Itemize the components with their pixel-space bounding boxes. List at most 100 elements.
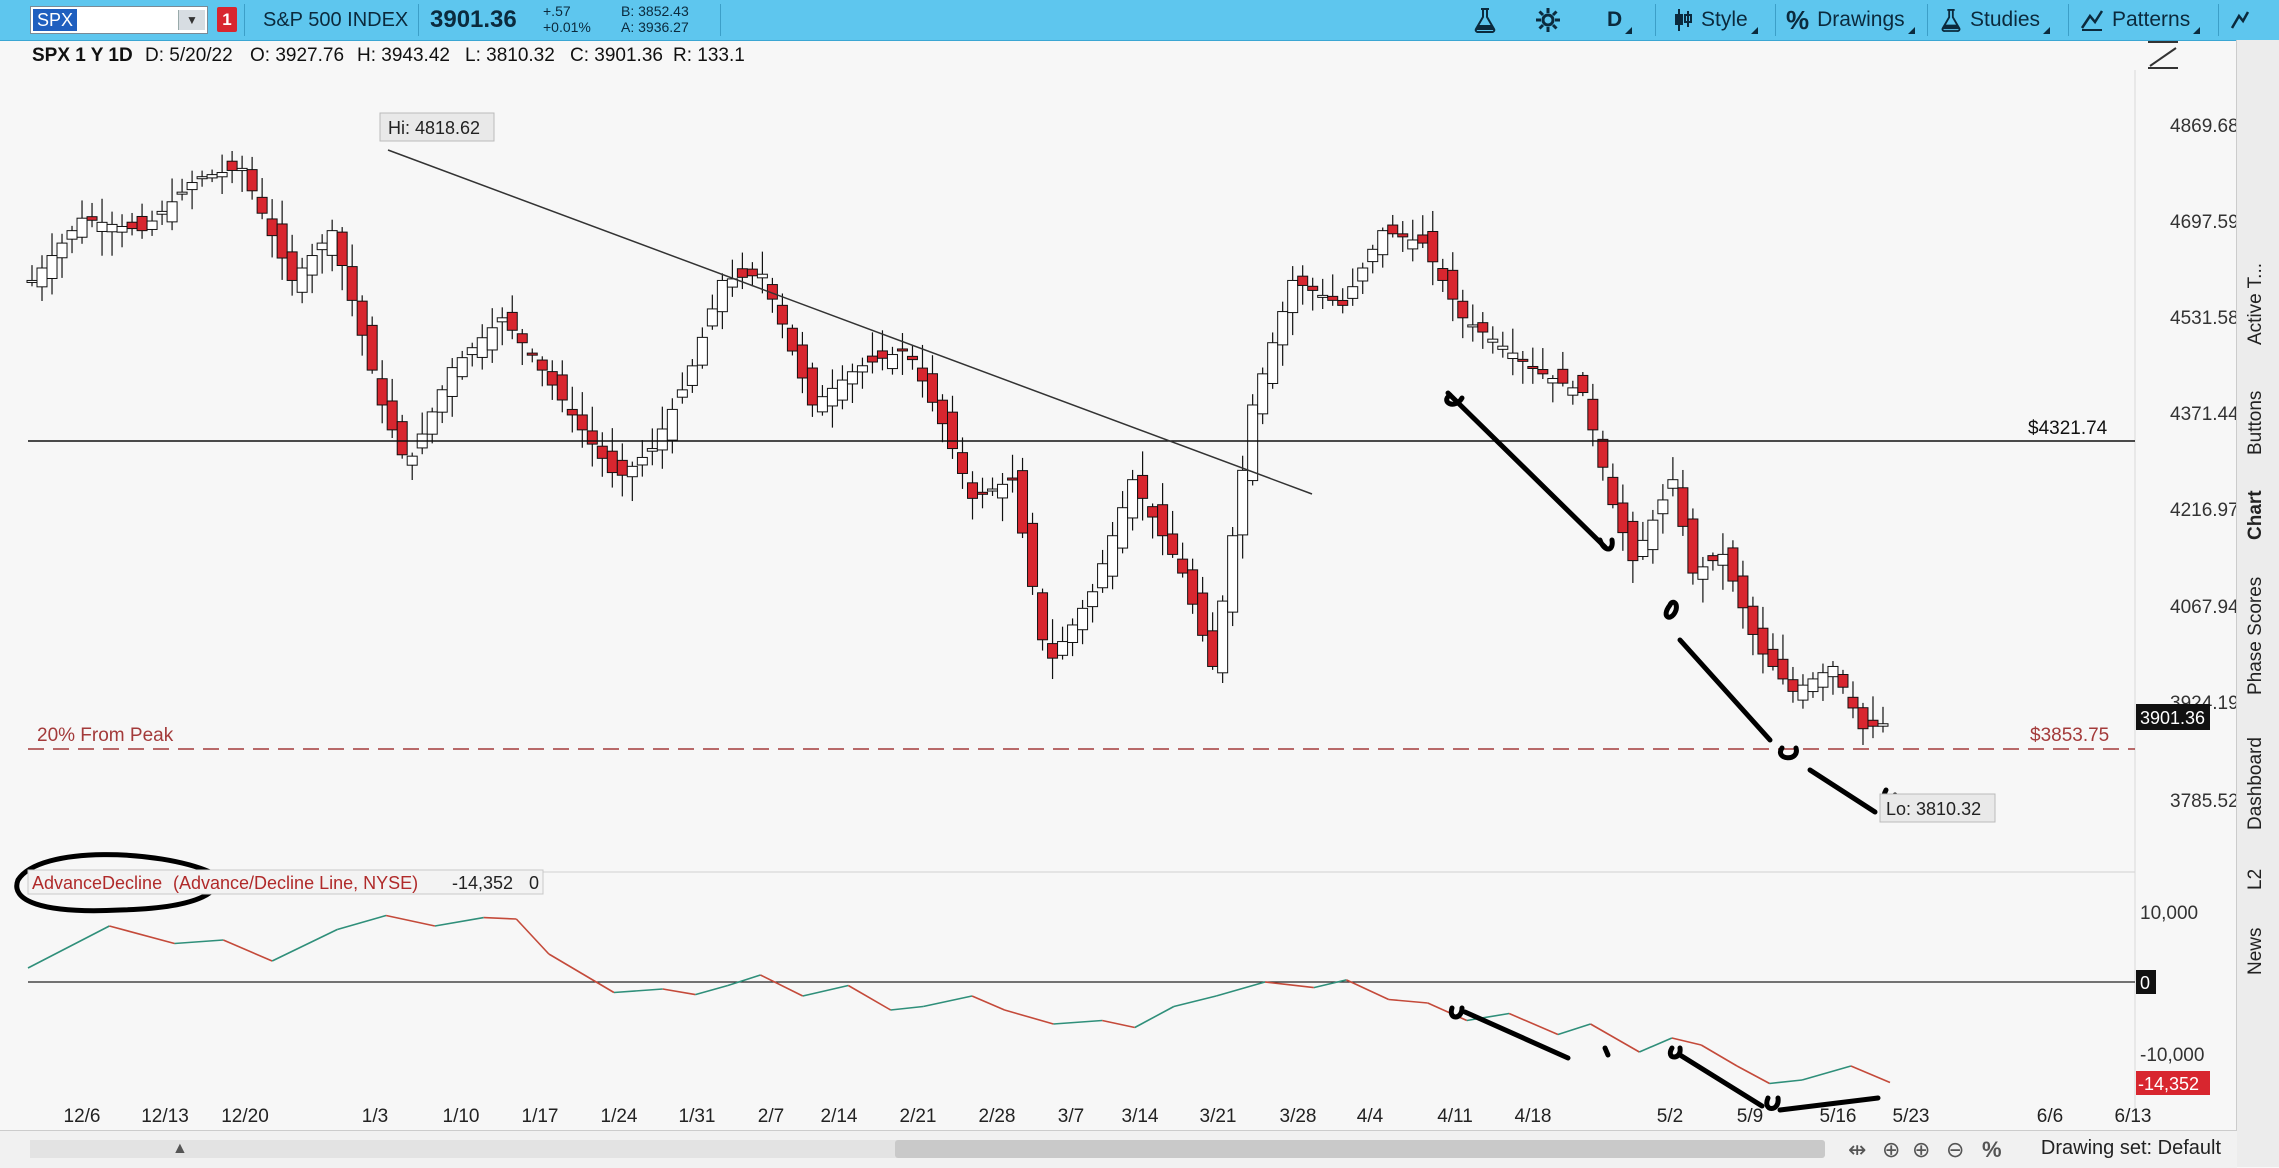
candle-down: [536, 359, 548, 371]
corner-arrow-icon: [2193, 27, 2201, 34]
hi-label: Hi: 4818.62: [388, 118, 480, 138]
style-button[interactable]: Style: [1673, 0, 1758, 40]
candle-down: [336, 231, 348, 267]
candle-up: [636, 456, 648, 466]
zoom-out-icon[interactable]: ⊖: [1946, 1137, 1964, 1163]
candle-up: [1217, 600, 1229, 674]
link-group-badge[interactable]: 1: [217, 7, 237, 32]
candle-down: [566, 408, 578, 416]
flask-icon[interactable]: [1473, 0, 1497, 40]
candle-up: [1277, 311, 1289, 346]
candle-up: [1287, 279, 1299, 314]
x-axis-tick: 1/24: [601, 1106, 638, 1127]
patterns-button[interactable]: Patterns: [2080, 0, 2201, 40]
side-tab-dashboard[interactable]: Dashboard: [2245, 737, 2267, 830]
bar-range: R: 133.1: [673, 45, 745, 66]
candle-up: [716, 279, 728, 313]
symbol-input[interactable]: SPX ▼: [30, 6, 208, 34]
current-price-tag: 3901.36: [2140, 708, 2205, 728]
candle-up: [1497, 345, 1509, 350]
candle-down: [786, 327, 798, 352]
side-tab-active-trader[interactable]: Active T...: [2245, 263, 2267, 345]
candle-up: [46, 255, 58, 279]
percent-scale-icon[interactable]: %: [1982, 1137, 2002, 1163]
candle-down: [916, 367, 928, 382]
candle-down: [586, 430, 598, 445]
candle-down: [1427, 230, 1439, 263]
symbol-value[interactable]: SPX: [33, 9, 78, 31]
chevron-down-icon[interactable]: ▼: [178, 10, 205, 30]
x-axis-tick: 12/13: [141, 1106, 189, 1127]
candle-up: [1827, 665, 1839, 678]
candle-up: [1717, 553, 1729, 566]
candle-down: [906, 355, 918, 361]
candle-down: [1397, 233, 1409, 238]
candle-up: [1357, 267, 1369, 282]
candlestick-icon: [1675, 9, 1692, 31]
x-axis-tick: 3/14: [1122, 1106, 1159, 1127]
period-button[interactable]: D: [1607, 0, 1633, 40]
candle-up: [176, 191, 188, 195]
candle-up: [1647, 519, 1659, 551]
candle-up: [1367, 248, 1379, 263]
patterns-label: Patterns: [2112, 8, 2191, 31]
candle-up: [1127, 479, 1139, 519]
gear-icon[interactable]: [1535, 0, 1561, 40]
candle-up: [1807, 678, 1819, 693]
expand-up-icon[interactable]: ▲: [172, 1140, 188, 1158]
x-axis-tick: 5/23: [1893, 1106, 1930, 1127]
candle-up: [886, 354, 898, 370]
hline-label: $4321.74: [2028, 418, 2108, 439]
chart-timeframe[interactable]: SPX 1 Y 1D: [32, 45, 133, 67]
side-tab-phase-scores[interactable]: Phase Scores: [2245, 577, 2267, 695]
candle-up: [1487, 338, 1499, 343]
candle-down: [526, 352, 538, 356]
studies-label: Studies: [1970, 8, 2041, 31]
x-axis-tick: 12/20: [221, 1106, 269, 1127]
candle-up: [816, 396, 828, 413]
lo-label: Lo: 3810.32: [1886, 799, 1981, 819]
side-tab-news[interactable]: News: [2245, 927, 2267, 975]
candle-down: [1747, 605, 1759, 635]
candle-up: [216, 172, 228, 178]
candle-up: [186, 182, 198, 191]
candle-down: [1157, 504, 1169, 537]
side-tab-l2[interactable]: L2: [2245, 869, 2267, 890]
candle-down: [1037, 592, 1049, 641]
candle-up: [1377, 230, 1389, 256]
candle-up: [406, 455, 418, 466]
candle-down: [516, 333, 528, 344]
drawing-set-label[interactable]: Drawing set: Default: [2041, 1137, 2221, 1160]
candle-up: [1667, 479, 1679, 489]
zoom-in-icon[interactable]: ⊕: [1912, 1137, 1930, 1163]
candle-down: [1447, 269, 1459, 300]
candle-up: [676, 389, 688, 398]
candle-up: [166, 201, 178, 223]
candle-down: [1777, 658, 1789, 680]
crosshair-icon[interactable]: ⊕: [1882, 1137, 1900, 1163]
candle-down: [126, 221, 138, 230]
x-axis-tick: 2/28: [979, 1106, 1016, 1127]
price-axis-tick: 4869.68: [2170, 116, 2239, 137]
corner-arrow-icon: [2043, 27, 2051, 34]
corner-arrow-icon: [1625, 27, 1633, 34]
candle-down: [256, 196, 268, 214]
drawings-button[interactable]: % Drawings: [1786, 0, 1915, 40]
scrollbar-thumb[interactable]: [895, 1140, 1825, 1158]
candle-up: [1227, 535, 1239, 613]
price-axis-tick: 4371.44: [2170, 404, 2239, 425]
studies-button[interactable]: Studies: [1940, 0, 2051, 40]
side-tab-buttons[interactable]: Buttons: [2245, 391, 2267, 455]
candle-down: [1607, 476, 1619, 506]
candle-up: [36, 267, 48, 288]
chart-canvas[interactable]: 4869.68 4697.59 4531.58 4371.44 4216.97 4067.…: [0, 70, 2279, 1167]
side-tab-chart[interactable]: Chart: [2245, 490, 2267, 540]
candle-down: [977, 491, 989, 495]
pan-icon[interactable]: ⇹: [1848, 1137, 1866, 1163]
candle-down: [286, 251, 298, 281]
candle-down: [1297, 275, 1309, 286]
percent-icon: %: [1786, 4, 1810, 35]
candle-down: [736, 268, 748, 278]
price-change-pct: +0.01%: [543, 19, 591, 35]
more-tools-icon[interactable]: [2230, 0, 2250, 40]
